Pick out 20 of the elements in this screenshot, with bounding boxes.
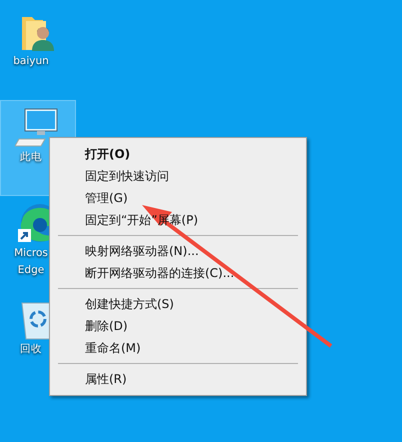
- menu-item-label: 断开网络驱动器的连接(C)...: [85, 265, 234, 282]
- menu-item[interactable]: 删除(D): [50, 315, 306, 337]
- menu-item-label: 删除(D): [85, 318, 128, 335]
- menu-item-label: 映射网络驱动器(N)...: [85, 243, 199, 260]
- menu-item[interactable]: 重命名(M): [50, 337, 306, 359]
- menu-item-label: 固定到快速访问: [85, 168, 169, 185]
- icon-label: 此电: [20, 150, 42, 165]
- icon-label: Edge: [18, 263, 44, 278]
- menu-item-label: 创建快捷方式(S): [85, 296, 174, 313]
- menu-item[interactable]: 创建快捷方式(S): [50, 293, 306, 315]
- menu-item-label: 重命名(M): [85, 340, 141, 357]
- menu-item-label: 属性(R): [85, 371, 127, 388]
- menu-item[interactable]: 断开网络驱动器的连接(C)...: [50, 262, 306, 284]
- menu-item-label: 打开(O): [85, 146, 130, 163]
- menu-item[interactable]: 属性(R): [50, 368, 306, 390]
- menu-item[interactable]: 映射网络驱动器(N)...: [50, 240, 306, 262]
- icon-label: Micros: [14, 246, 48, 261]
- icon-label: baiyun: [13, 54, 49, 69]
- menu-item-label: 管理(G): [85, 190, 128, 207]
- icon-label: 回收: [20, 342, 42, 357]
